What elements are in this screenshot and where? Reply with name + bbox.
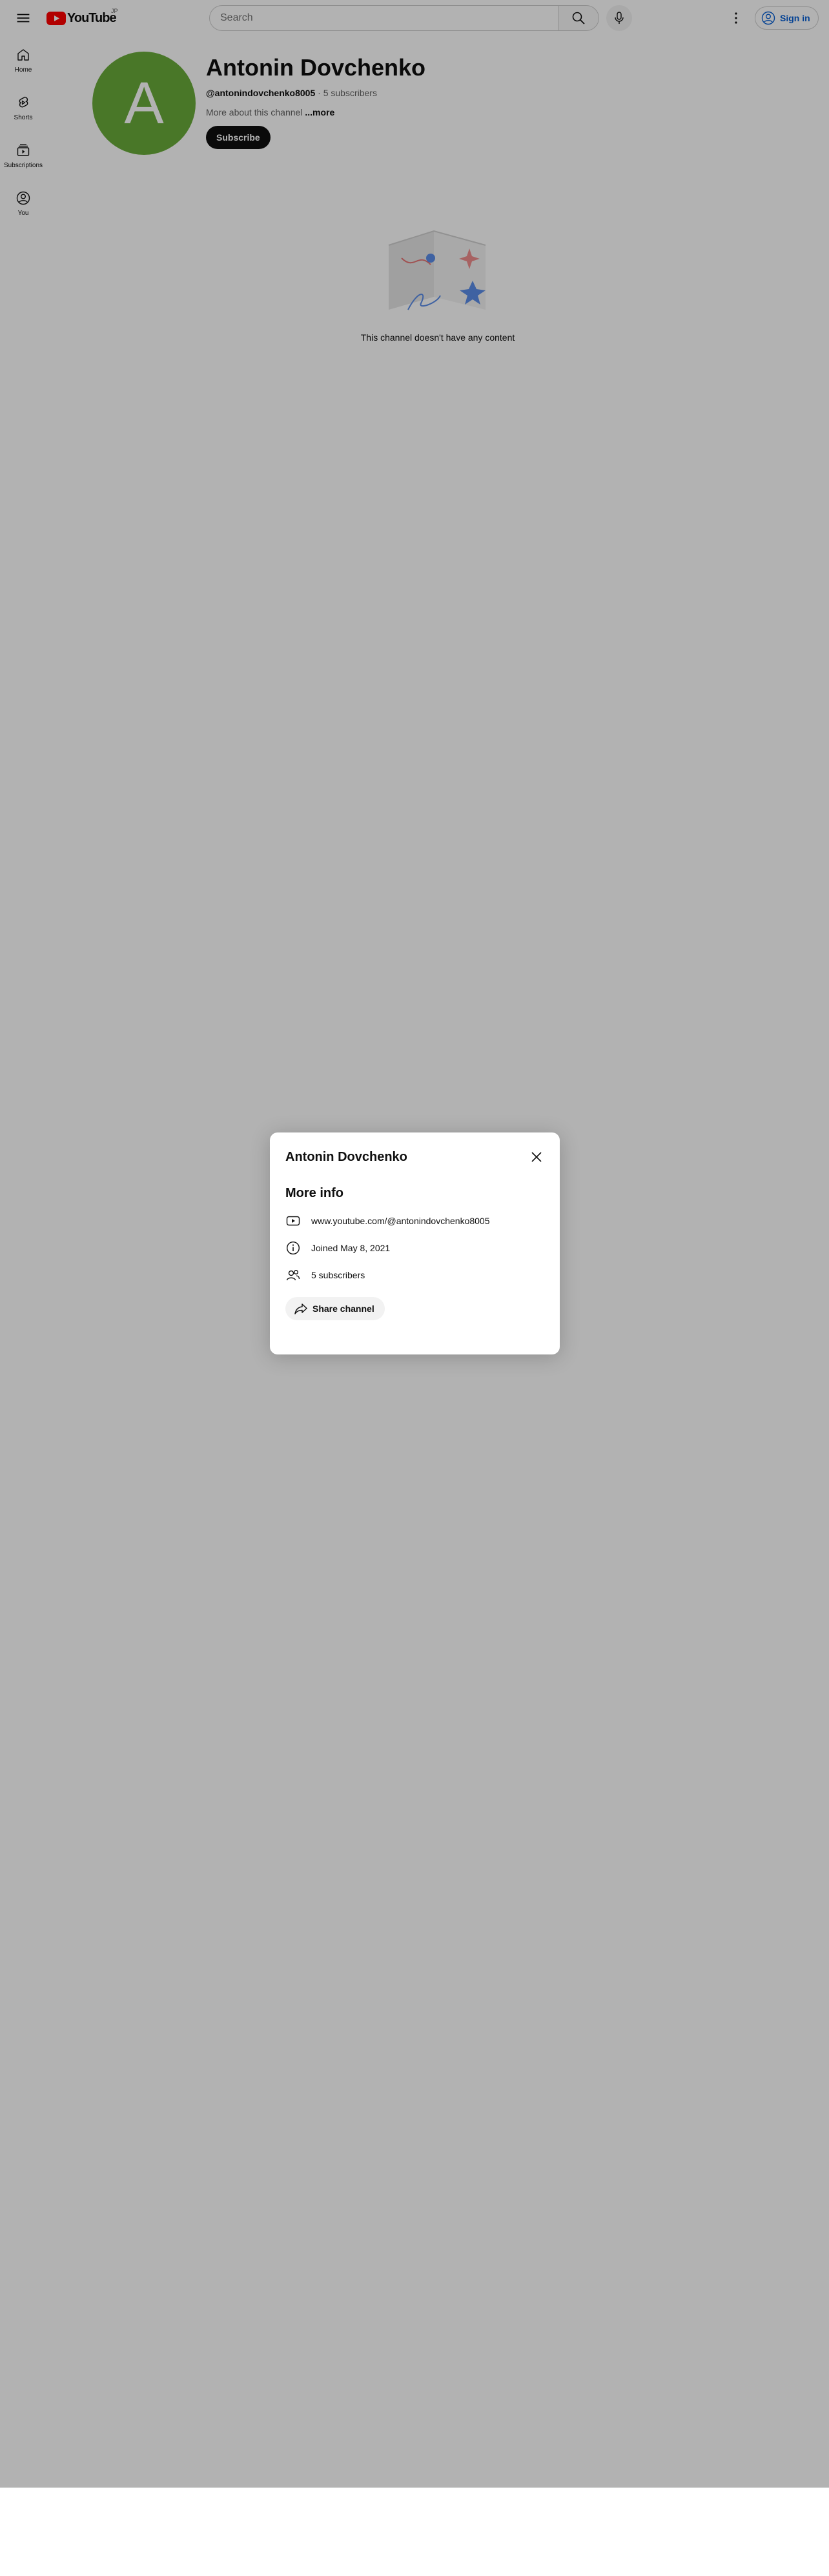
subscriber-count-text: 5 subscribers: [311, 1270, 365, 1280]
people-icon: [286, 1270, 300, 1281]
info-icon: [286, 1241, 300, 1255]
close-icon: [531, 1152, 542, 1162]
share-channel-label: Share channel: [312, 1303, 374, 1314]
youtube-play-icon: [286, 1216, 300, 1226]
info-icon-wrap: [285, 1240, 301, 1256]
share-channel-button[interactable]: Share channel: [285, 1297, 385, 1320]
people-icon-wrap: [285, 1267, 301, 1283]
more-info-heading: More info: [285, 1186, 343, 1200]
channel-url-row: www.youtube.com/@antonindovchenko8005: [285, 1213, 490, 1229]
share-icon: [294, 1303, 307, 1314]
subscriber-count-row: 5 subscribers: [285, 1267, 365, 1283]
youtube-play-icon-wrap: [285, 1213, 301, 1229]
joined-date-row: Joined May 8, 2021: [285, 1240, 390, 1256]
close-dialog-button[interactable]: [524, 1144, 549, 1170]
channel-page: YouTube JP Sign in Home Shorts: [0, 0, 829, 2576]
joined-date-text: Joined May 8, 2021: [311, 1243, 391, 1253]
channel-url-text[interactable]: www.youtube.com/@antonindovchenko8005: [311, 1216, 490, 1226]
about-channel-dialog: Antonin Dovchenko More info www.youtube.…: [270, 1132, 560, 1354]
dialog-title: Antonin Dovchenko: [285, 1150, 407, 1164]
